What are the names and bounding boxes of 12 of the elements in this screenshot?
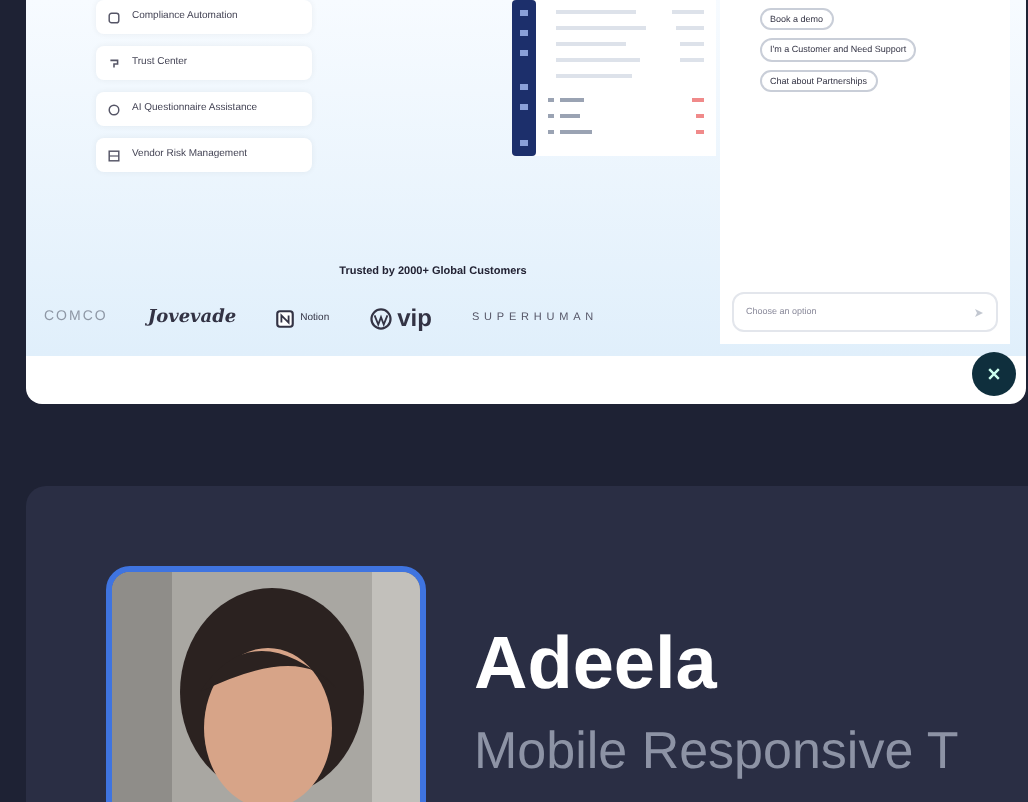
close-button[interactable] [972, 352, 1016, 396]
profile-subtitle: Mobile Responsive T [474, 724, 959, 776]
feature-icon [108, 103, 120, 115]
logo-icon [276, 309, 295, 328]
feature-icon [108, 149, 120, 161]
customer-logo: vip [397, 302, 432, 337]
profile-name: Adeela [474, 626, 719, 700]
customer-logo: Jovevade [147, 305, 237, 331]
close-icon[interactable] [986, 366, 1002, 382]
feature-icon [108, 11, 120, 23]
logo-icon [369, 307, 392, 330]
feature-icon [108, 57, 120, 69]
